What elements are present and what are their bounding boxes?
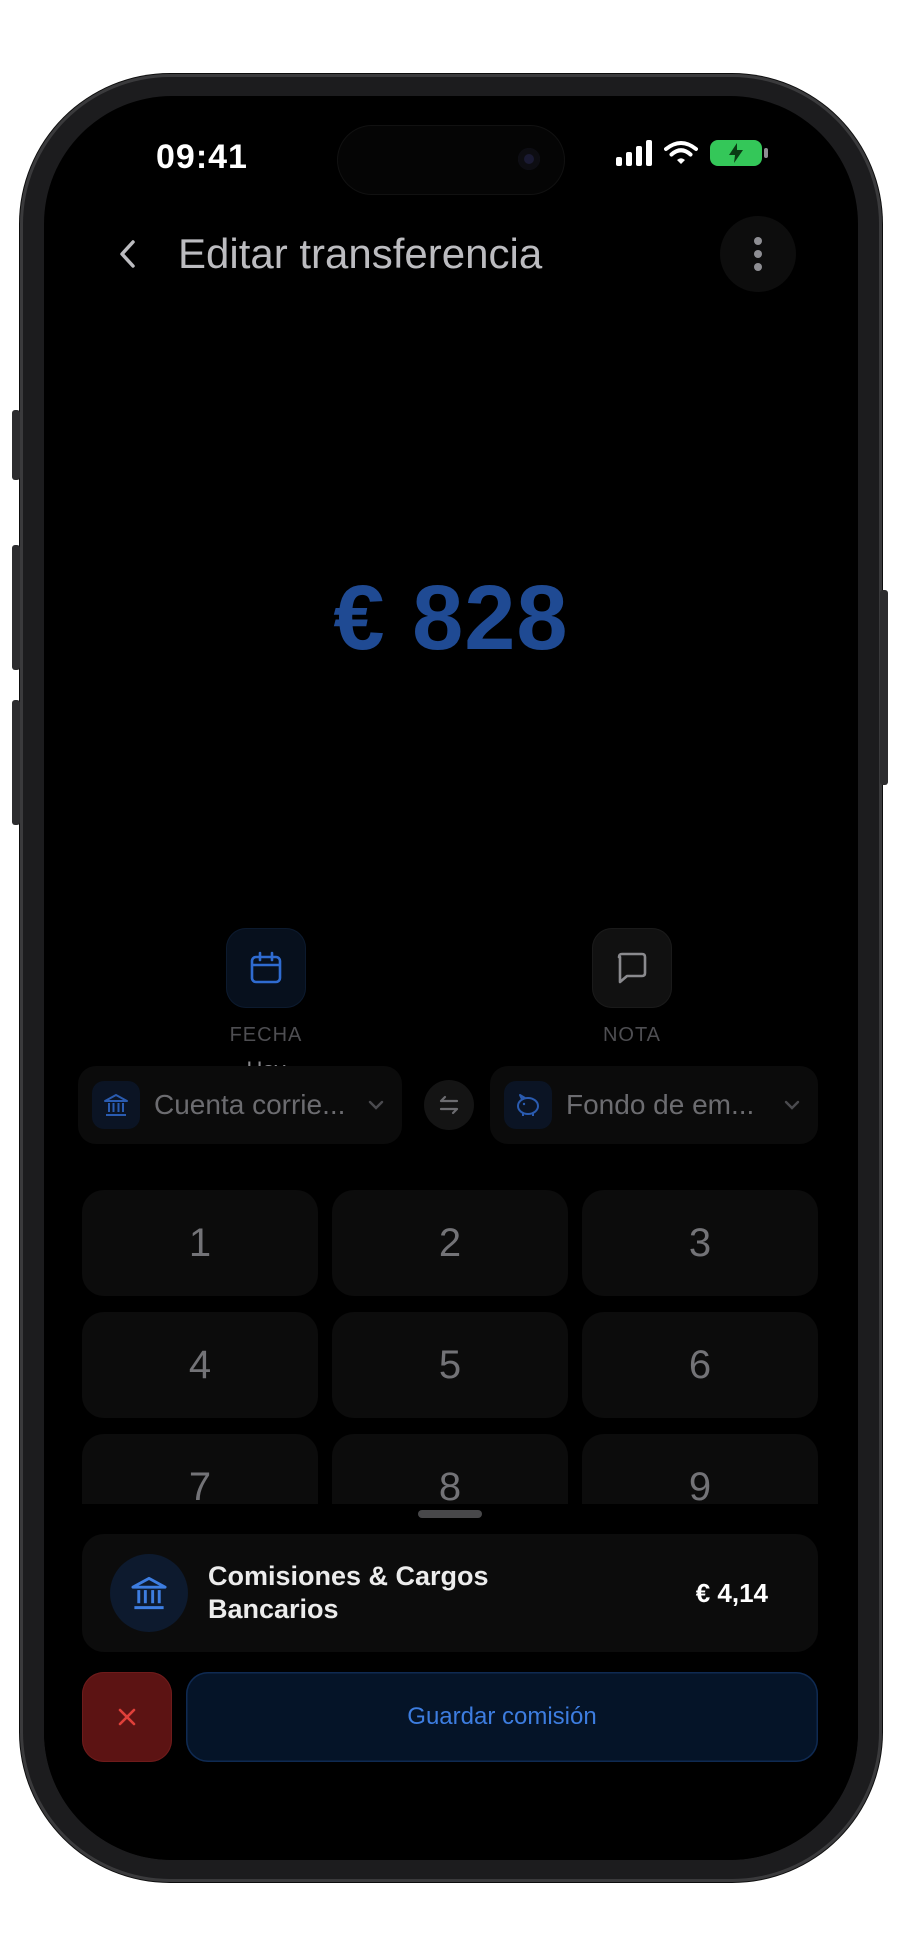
keypad-key-5[interactable]: 5 xyxy=(332,1312,568,1418)
to-account-label: Fondo de em... xyxy=(566,1089,755,1120)
more-vertical-icon xyxy=(754,237,762,271)
calendar-icon xyxy=(250,951,282,984)
fee-category-card[interactable]: Comisiones & Cargos Bancarios € 4,14 xyxy=(82,1534,818,1652)
from-account-selector[interactable]: Cuenta corrie... xyxy=(78,1066,402,1144)
screen: 09:41 Editar transferencia € 828 FECHA N… xyxy=(44,96,858,1860)
save-fee-button[interactable]: Guardar comisión xyxy=(186,1672,818,1762)
to-account-selector[interactable]: Fondo de em... xyxy=(490,1066,818,1144)
date-label: FECHA xyxy=(229,1024,303,1046)
chevron-down-icon xyxy=(780,1093,804,1117)
wifi-icon xyxy=(664,141,698,164)
bank-icon xyxy=(110,1554,188,1632)
keypad-key-4[interactable]: 4 xyxy=(82,1312,318,1418)
charging-bolt-icon xyxy=(729,143,743,163)
fee-category-name: Comisiones & Cargos Bancarios xyxy=(208,1561,489,1624)
fee-amount: € 4,14 xyxy=(695,1577,768,1608)
fee-bottom-sheet: Comisiones & Cargos Bancarios € 4,14 Gua… xyxy=(44,1504,858,1860)
from-account-label: Cuenta corrie... xyxy=(154,1089,346,1120)
note-label: NOTA xyxy=(602,1024,662,1046)
date-button[interactable] xyxy=(226,928,306,1008)
keypad-key-3[interactable]: 3 xyxy=(582,1190,818,1296)
status-icons xyxy=(616,140,768,166)
chevron-down-icon xyxy=(364,1093,388,1117)
piggy-bank-icon xyxy=(504,1081,552,1129)
keypad-key-2[interactable]: 2 xyxy=(332,1190,568,1296)
battery-icon xyxy=(710,140,768,166)
keypad-key-6[interactable]: 6 xyxy=(582,1312,818,1418)
status-time: 09:41 xyxy=(156,138,248,176)
sheet-drag-handle[interactable] xyxy=(418,1510,482,1518)
close-icon xyxy=(118,1708,136,1726)
volume-up-button xyxy=(12,545,20,670)
cellular-signal-icon xyxy=(616,140,652,166)
note-button[interactable] xyxy=(592,928,672,1008)
keypad-key-1[interactable]: 1 xyxy=(82,1190,318,1296)
dynamic-island xyxy=(338,126,564,194)
amount-display[interactable]: € 828 xyxy=(44,566,858,671)
swap-accounts-button[interactable] xyxy=(424,1080,474,1130)
action-button xyxy=(12,410,20,480)
back-button[interactable] xyxy=(100,226,156,282)
bank-icon xyxy=(92,1081,140,1129)
camera xyxy=(518,148,540,170)
date-action[interactable]: FECHA Hoy xyxy=(196,928,336,1083)
cancel-button[interactable] xyxy=(82,1672,172,1762)
volume-down-button xyxy=(12,700,20,825)
chevron-left-icon xyxy=(120,240,135,268)
page-title: Editar transferencia xyxy=(178,230,543,277)
message-icon xyxy=(617,952,647,984)
swap-icon xyxy=(439,1095,459,1115)
note-action[interactable]: NOTA xyxy=(562,928,702,1047)
more-options-button[interactable] xyxy=(720,216,796,292)
power-button xyxy=(880,590,888,785)
